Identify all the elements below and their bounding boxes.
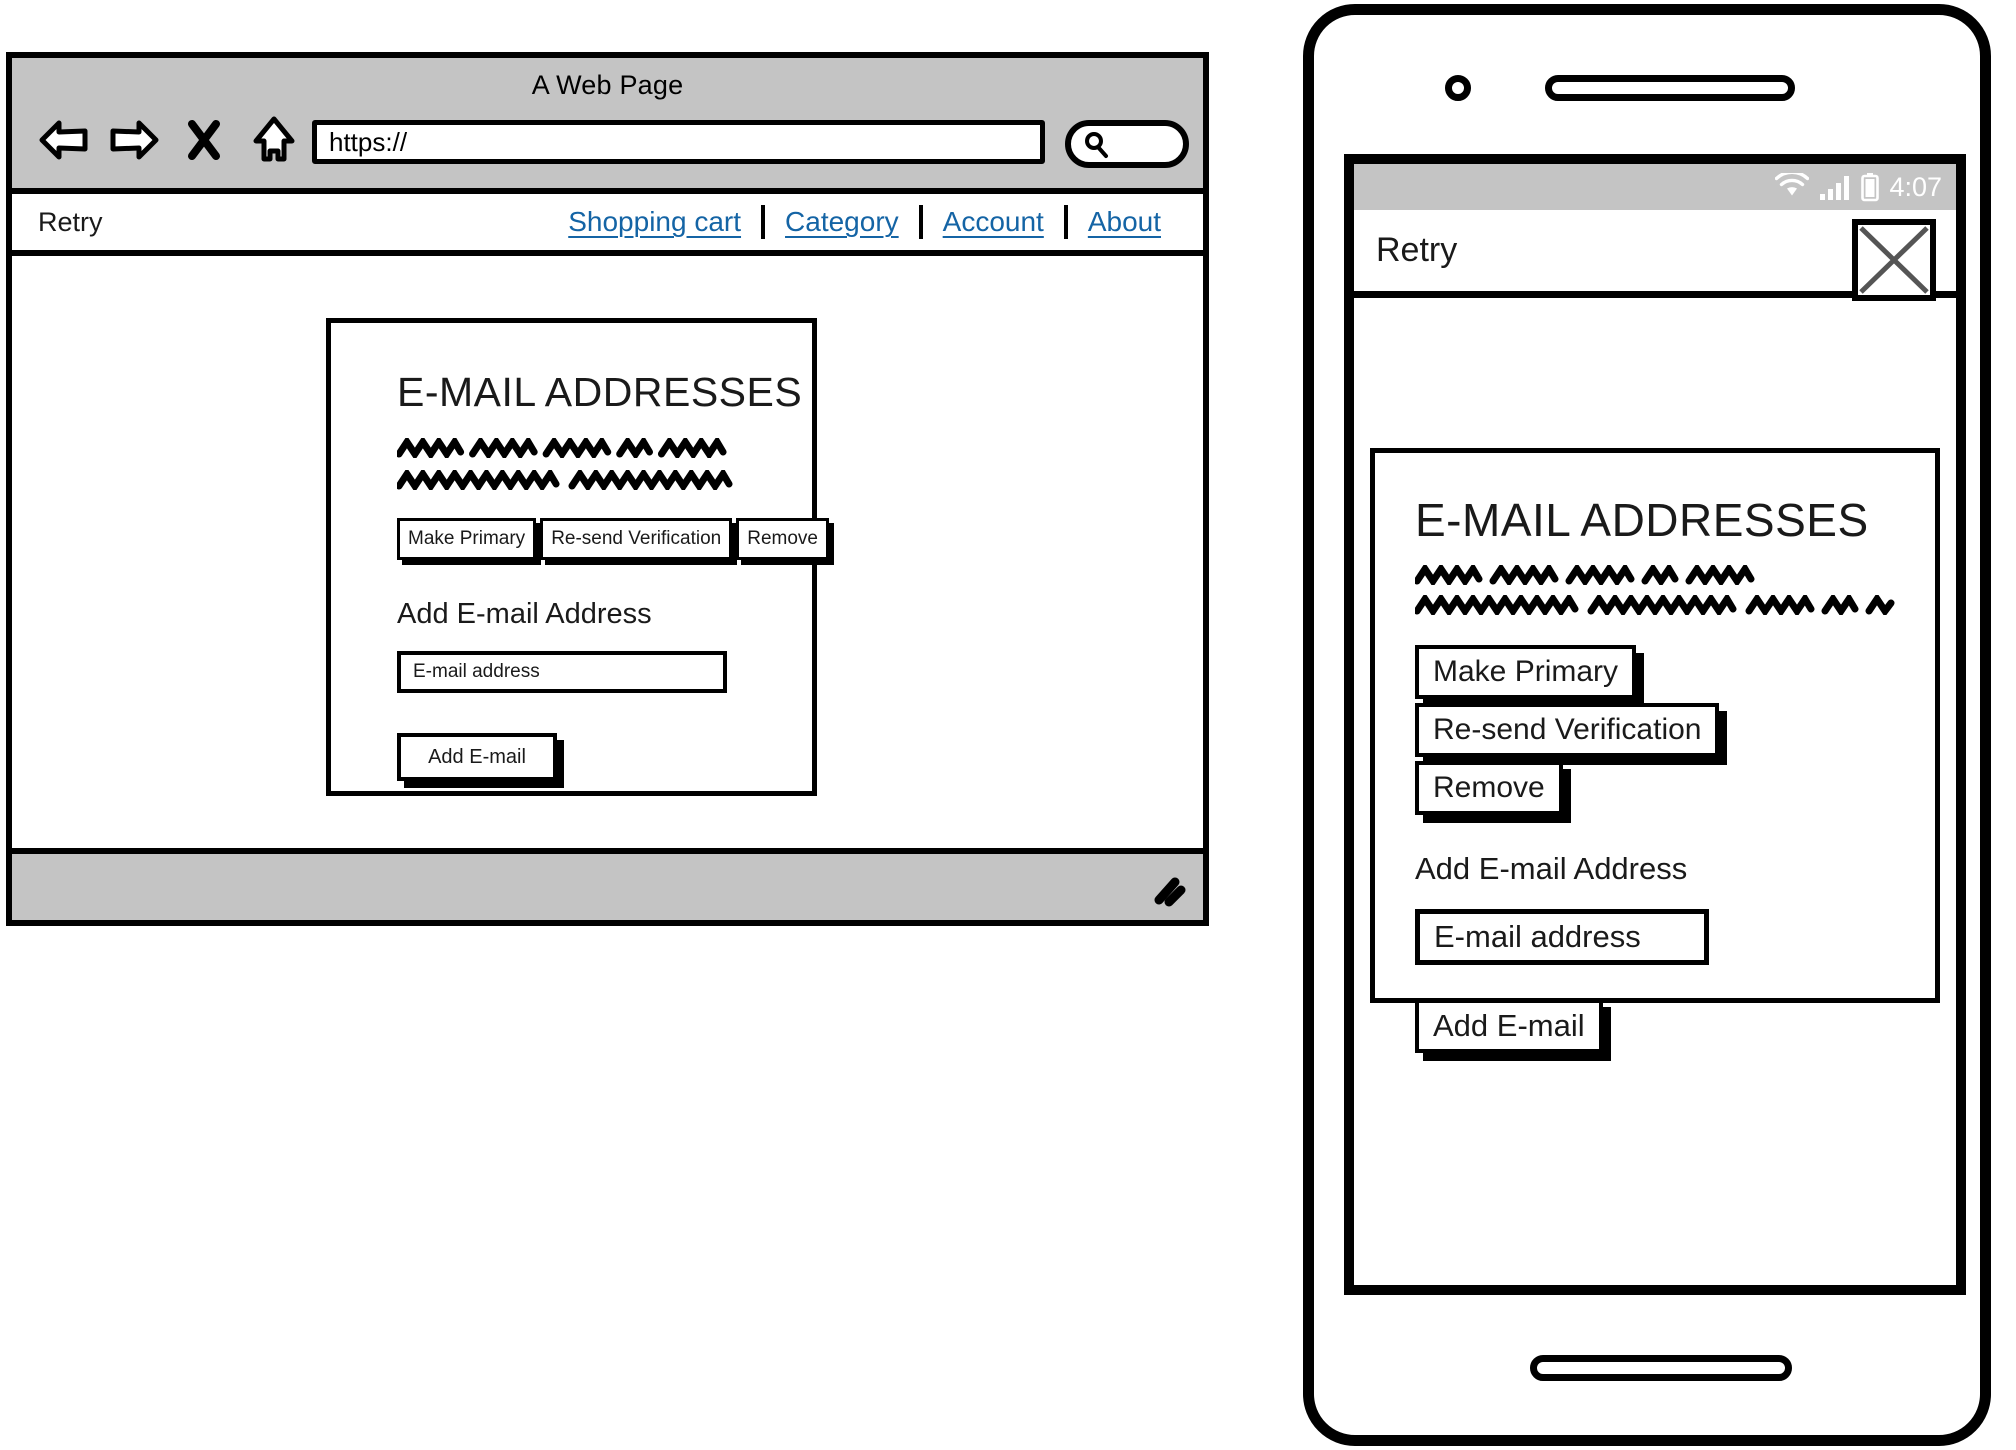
url-bar[interactable]: https:// [312, 120, 1045, 164]
phone-screen: 4:07 Retry E-MAIL ADDRESSES Make Primary… [1344, 154, 1966, 1295]
mobile-placeholder-text-block [1415, 565, 1895, 615]
mobile-make-primary-button[interactable]: Make Primary [1415, 645, 1637, 699]
scribble-line [397, 470, 735, 490]
site-nav-links: Shopping cart Category Account About [548, 205, 1181, 239]
nav-link-shopping-cart[interactable]: Shopping cart [548, 206, 761, 238]
cell-signal-icon [1820, 176, 1850, 200]
scribble-line [1415, 595, 1895, 615]
scribble-line [1415, 565, 1895, 585]
mobile-email-addresses-card: E-MAIL ADDRESSES Make Primary Re-send Ve… [1370, 448, 1940, 1053]
browser-search-box[interactable] [1065, 120, 1189, 168]
add-email-button[interactable]: Add E-mail [397, 733, 557, 781]
battery-icon [1861, 173, 1880, 202]
mobile-add-email-section-label: Add E-mail Address [1415, 851, 1688, 886]
wifi-icon [1775, 173, 1810, 196]
page-viewport: E-MAIL ADDRESSES Make Primary Re-send Ve… [12, 256, 1203, 848]
mobile-add-email-button[interactable]: Add E-mail [1415, 999, 1603, 1053]
mobile-card-action-buttons: Make Primary Re-send Verification Remove [1415, 645, 1935, 815]
card-action-buttons: Make Primary Re-send Verification Remove [397, 518, 829, 560]
site-navbar: Retry Shopping cart Category Account Abo… [12, 194, 1203, 256]
mobile-resend-verification-button[interactable]: Re-send Verification [1415, 703, 1720, 757]
phone-camera-icon [1445, 75, 1471, 101]
make-primary-button[interactable]: Make Primary [397, 518, 537, 560]
browser-window-title: A Web Page [531, 70, 684, 100]
mobile-card-title: E-MAIL ADDRESSES [1415, 494, 1869, 546]
mobile-app-header: Retry [1354, 210, 1956, 301]
url-input[interactable]: https:// [329, 127, 407, 158]
forward-arrow-icon[interactable] [108, 114, 160, 166]
home-icon[interactable] [248, 114, 300, 166]
mobile-email-address-input[interactable]: E-mail address [1415, 909, 1709, 965]
browser-window: A Web Page https:// Retry Shopping cart … [6, 52, 1209, 926]
add-email-section-label: Add E-mail Address [397, 598, 652, 630]
image-placeholder-icon[interactable] [1852, 219, 1936, 301]
phone-speaker-icon [1545, 75, 1795, 101]
mobile-status-bar: 4:07 [1354, 164, 1956, 210]
search-icon [1085, 132, 1108, 158]
wireframe-canvas: A Web Page https:// Retry Shopping cart … [0, 0, 2016, 1450]
close-x-icon[interactable] [178, 114, 230, 166]
status-bar-clock: 4:07 [1889, 171, 1942, 202]
mobile-brand[interactable]: Retry [1376, 231, 1457, 270]
nav-link-account[interactable]: Account [923, 206, 1064, 238]
back-arrow-icon[interactable] [38, 114, 90, 166]
resize-grip-icon[interactable] [1145, 868, 1189, 912]
placeholder-text-block [397, 438, 735, 490]
email-address-input[interactable]: E-mail address [397, 651, 727, 693]
browser-statusbar [12, 848, 1203, 920]
browser-chrome: A Web Page https:// [12, 58, 1203, 194]
scribble-line [397, 438, 735, 458]
phone-home-button[interactable] [1530, 1355, 1792, 1381]
remove-button[interactable]: Remove [736, 518, 829, 560]
nav-link-category[interactable]: Category [765, 206, 919, 238]
resend-verification-button[interactable]: Re-send Verification [540, 518, 733, 560]
site-brand[interactable]: Retry [38, 207, 103, 238]
phone-device: 4:07 Retry E-MAIL ADDRESSES Make Primary… [1303, 4, 1991, 1446]
email-addresses-card: E-MAIL ADDRESSES Make Primary Re-send Ve… [326, 318, 829, 796]
mobile-remove-button[interactable]: Remove [1415, 761, 1563, 815]
nav-link-about[interactable]: About [1068, 206, 1181, 238]
browser-toolbar [38, 114, 300, 166]
card-title: E-MAIL ADDRESSES [397, 369, 803, 415]
